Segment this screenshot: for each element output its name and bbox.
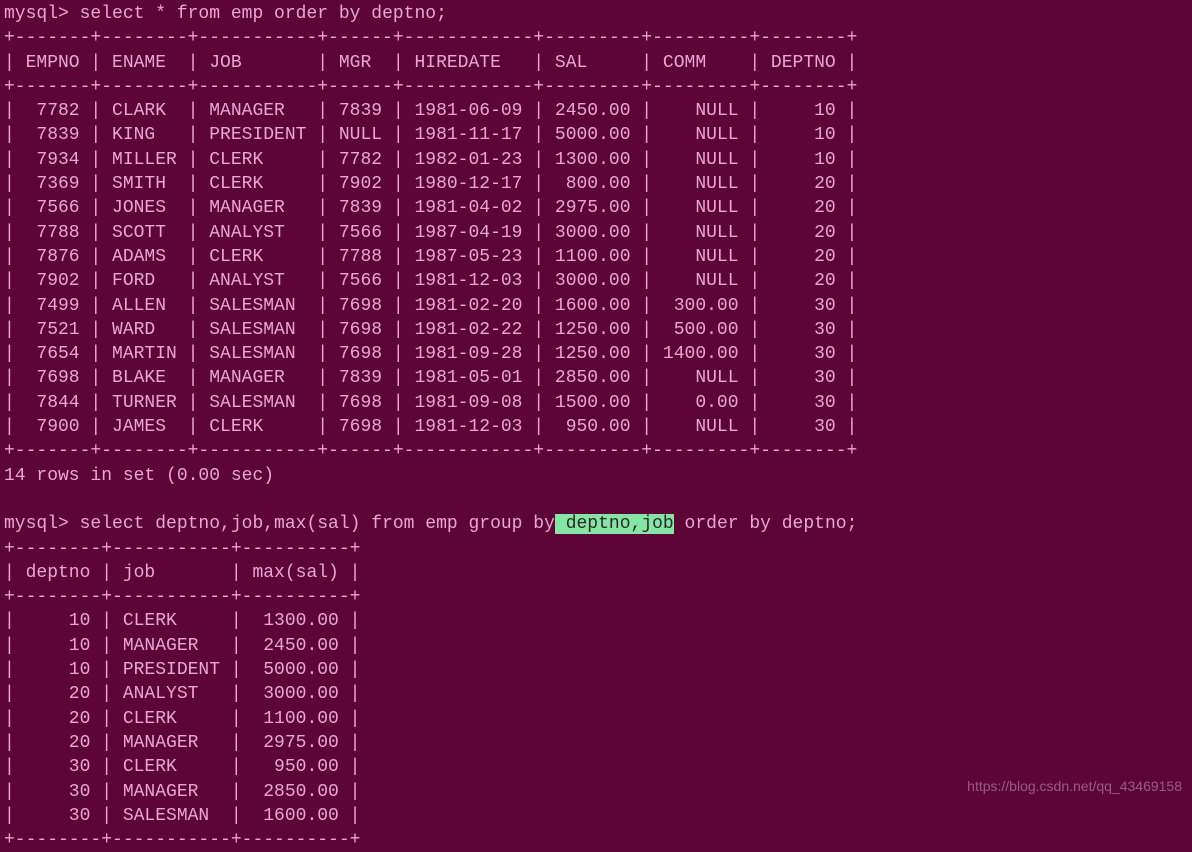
table-row: | 7844 | TURNER | SALESMAN | 7698 | 1981… — [4, 391, 1188, 415]
table-separator: +-------+--------+-----------+------+---… — [4, 75, 1188, 99]
table-row: | 30 | CLERK | 950.00 | — [4, 755, 1188, 779]
blank-line — [4, 488, 1188, 512]
table-header-row: | deptno | job | max(sal) | — [4, 561, 1188, 585]
table-row: | 20 | CLERK | 1100.00 | — [4, 707, 1188, 731]
query-line-2: mysql> select deptno,job,max(sal) from e… — [4, 512, 1188, 536]
table-separator: +--------+-----------+----------+ — [4, 585, 1188, 609]
table-row: | 20 | MANAGER | 2975.00 | — [4, 731, 1188, 755]
table-row: | 7900 | JAMES | CLERK | 7698 | 1981-12-… — [4, 415, 1188, 439]
table-row: | 7876 | ADAMS | CLERK | 7788 | 1987-05-… — [4, 245, 1188, 269]
table-row: | 7902 | FORD | ANALYST | 7566 | 1981-12… — [4, 269, 1188, 293]
table-row: | 30 | SALESMAN | 1600.00 | — [4, 804, 1188, 828]
sql-query-2-after: order by deptno; — [674, 514, 858, 534]
query-line-1: mysql> select * from emp order by deptno… — [4, 2, 1188, 26]
table-row: | 7698 | BLAKE | MANAGER | 7839 | 1981-0… — [4, 366, 1188, 390]
table-1-body: | 7782 | CLARK | MANAGER | 7839 | 1981-0… — [4, 99, 1188, 439]
table-row: | 7521 | WARD | SALESMAN | 7698 | 1981-0… — [4, 318, 1188, 342]
table-separator: +--------+-----------+----------+ — [4, 537, 1188, 561]
table-row: | 7839 | KING | PRESIDENT | NULL | 1981-… — [4, 123, 1188, 147]
table-row: | 7934 | MILLER | CLERK | 7782 | 1982-01… — [4, 148, 1188, 172]
table-row: | 7369 | SMITH | CLERK | 7902 | 1980-12-… — [4, 172, 1188, 196]
sql-query-1: select * from emp order by deptno; — [69, 4, 447, 24]
table-row: | 7782 | CLARK | MANAGER | 7839 | 1981-0… — [4, 99, 1188, 123]
table-row: | 7499 | ALLEN | SALESMAN | 7698 | 1981-… — [4, 294, 1188, 318]
table-row: | 10 | PRESIDENT | 5000.00 | — [4, 658, 1188, 682]
sql-query-2-before: select deptno,job,max(sal) from emp grou… — [69, 514, 555, 534]
table-row: | 20 | ANALYST | 3000.00 | — [4, 682, 1188, 706]
mysql-prompt: mysql> — [4, 514, 69, 534]
result-summary: 14 rows in set (0.00 sec) — [4, 464, 1188, 488]
table-row: | 7566 | JONES | MANAGER | 7839 | 1981-0… — [4, 196, 1188, 220]
mysql-prompt: mysql> — [4, 4, 69, 24]
table-separator: +-------+--------+-----------+------+---… — [4, 26, 1188, 50]
terminal-output: mysql> select * from emp order by deptno… — [4, 2, 1188, 852]
table-separator: +-------+--------+-----------+------+---… — [4, 439, 1188, 463]
watermark: https://blog.csdn.net/qq_43469158 — [967, 777, 1182, 796]
table-row: | 10 | MANAGER | 2450.00 | — [4, 634, 1188, 658]
table-header-row: | EMPNO | ENAME | JOB | MGR | HIREDATE |… — [4, 51, 1188, 75]
table-row: | 7654 | MARTIN | SALESMAN | 7698 | 1981… — [4, 342, 1188, 366]
table-separator: +--------+-----------+----------+ — [4, 828, 1188, 852]
table-row: | 10 | CLERK | 1300.00 | — [4, 609, 1188, 633]
sql-query-2-highlight: deptno,job — [555, 514, 674, 534]
table-row: | 7788 | SCOTT | ANALYST | 7566 | 1987-0… — [4, 221, 1188, 245]
